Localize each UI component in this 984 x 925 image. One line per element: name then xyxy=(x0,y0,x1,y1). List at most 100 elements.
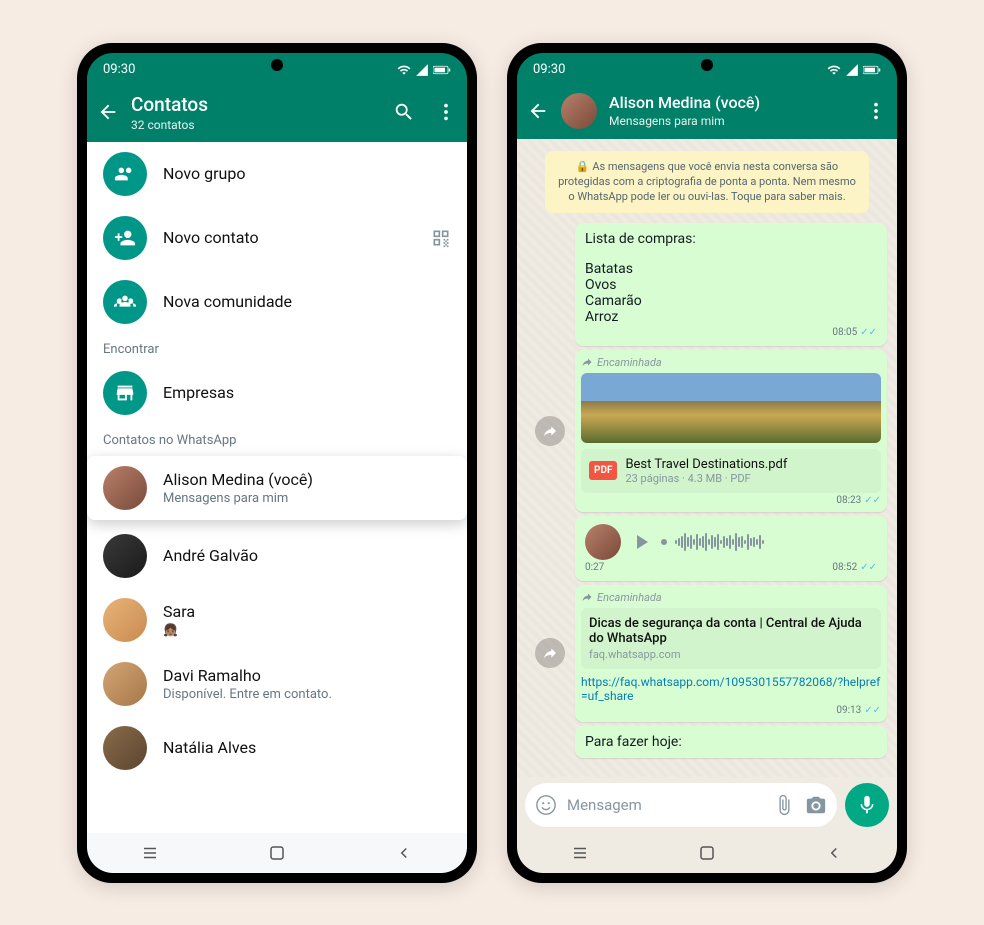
search-icon[interactable] xyxy=(393,101,415,123)
chat-messages[interactable]: 🔒 As mensagens que você envia nesta conv… xyxy=(517,139,897,777)
page-title: Contatos xyxy=(131,93,381,116)
contact-item[interactable]: Davi Ramalho Disponível. Entre em contat… xyxy=(87,652,467,716)
item-label: Empresas xyxy=(163,383,451,402)
avatar xyxy=(103,726,147,770)
image-preview xyxy=(581,373,881,443)
item-label: Novo contato xyxy=(163,228,415,247)
input-placeholder: Mensagem xyxy=(567,796,763,814)
document-attachment[interactable]: PDF Best Travel Destinations.pdf 23 pági… xyxy=(581,449,881,493)
contact-sub: Disponível. Entre em contato. xyxy=(163,687,451,702)
chat-subtitle: Mensagens para mim xyxy=(609,114,853,128)
add-person-icon xyxy=(114,227,136,249)
list-item: Batatas xyxy=(585,261,877,277)
nav-back-icon[interactable] xyxy=(825,844,843,862)
more-icon[interactable] xyxy=(435,101,457,123)
message-bubble-list[interactable]: Lista de compras: Batatas Ovos Camarão A… xyxy=(575,223,887,346)
voice-duration: 0:27 xyxy=(585,562,604,573)
camera-icon[interactable] xyxy=(805,794,827,816)
chat-title-area[interactable]: Alison Medina (você) Mensagens para mim xyxy=(609,93,853,128)
status-time: 09:30 xyxy=(103,62,135,77)
back-icon[interactable] xyxy=(97,101,119,123)
nav-home-icon[interactable] xyxy=(698,844,716,862)
signal-icon xyxy=(415,63,429,77)
contact-item[interactable]: André Galvão xyxy=(87,524,467,588)
contact-self[interactable]: Alison Medina (você) Mensagens para mim xyxy=(87,456,467,520)
message-bubble-voice[interactable]: 0:27 08:52✓✓ xyxy=(575,516,887,581)
nav-bar xyxy=(87,833,467,873)
chat-avatar[interactable] xyxy=(561,93,597,129)
read-checks-icon: ✓✓ xyxy=(864,495,881,506)
mic-icon xyxy=(856,794,878,816)
forwarded-label: Encaminhada xyxy=(597,591,662,604)
camera-cutout xyxy=(701,59,713,71)
avatar xyxy=(103,598,147,642)
forwarded-label: Encaminhada xyxy=(597,356,662,369)
play-icon[interactable] xyxy=(629,530,653,554)
wifi-icon xyxy=(397,63,411,77)
doc-meta: 23 páginas · 4.3 MB · PDF xyxy=(625,472,787,485)
avatar xyxy=(103,662,147,706)
wifi-icon xyxy=(827,63,841,77)
community-icon xyxy=(114,291,136,313)
contact-name: Natália Alves xyxy=(163,738,451,757)
mic-button[interactable] xyxy=(845,783,889,827)
forward-icon xyxy=(581,591,593,603)
contact-name: Sara xyxy=(163,602,451,621)
partial-text: Para fazer hoje: xyxy=(585,734,877,750)
contact-name: Alison Medina (você) xyxy=(163,470,451,489)
section-contacts-on: Contatos no WhatsApp xyxy=(87,425,467,452)
read-checks-icon: ✓✓ xyxy=(860,327,877,338)
contact-item[interactable]: Natália Alves xyxy=(87,716,467,780)
message-input[interactable]: Mensagem xyxy=(525,783,837,827)
camera-cutout xyxy=(271,59,283,71)
list-title: Lista de compras: xyxy=(585,231,877,247)
nav-bar xyxy=(517,833,897,873)
msg-time: 09:13 xyxy=(836,705,861,716)
new-contact-button[interactable]: Novo contato xyxy=(87,206,467,270)
waveform[interactable] xyxy=(675,532,877,552)
section-find: Encontrar xyxy=(87,334,467,361)
businesses-button[interactable]: Empresas xyxy=(87,361,467,425)
group-icon xyxy=(114,163,136,185)
contact-item[interactable]: Sara 👧🏽 xyxy=(87,588,467,652)
msg-time: 08:52 xyxy=(832,562,857,573)
message-bubble-document[interactable]: Encaminhada PDF Best Travel Destinations… xyxy=(575,350,887,512)
attach-icon[interactable] xyxy=(773,794,795,816)
encryption-notice[interactable]: 🔒 As mensagens que você envia nesta conv… xyxy=(545,151,869,213)
link-url[interactable]: https://faq.whatsapp.com/109530155778206… xyxy=(581,675,881,703)
voice-avatar xyxy=(585,524,621,560)
chat-input-bar: Mensagem xyxy=(517,777,897,833)
battery-icon xyxy=(433,65,451,75)
contact-name: Davi Ramalho xyxy=(163,666,451,685)
message-bubble-link[interactable]: Encaminhada Dicas de segurança da conta … xyxy=(575,585,887,722)
contacts-content[interactable]: Novo grupo Novo contato Nova comunidade … xyxy=(87,142,467,833)
doc-name: Best Travel Destinations.pdf xyxy=(625,457,787,472)
msg-time: 08:05 xyxy=(832,327,857,338)
new-group-button[interactable]: Novo grupo xyxy=(87,142,467,206)
forward-circle-icon[interactable] xyxy=(535,416,565,446)
link-host: faq.whatsapp.com xyxy=(589,648,873,661)
nav-home-icon[interactable] xyxy=(268,844,286,862)
forward-circle-icon[interactable] xyxy=(535,638,565,668)
nav-recents-icon[interactable] xyxy=(571,844,589,862)
nav-recents-icon[interactable] xyxy=(141,844,159,862)
nav-back-icon[interactable] xyxy=(395,844,413,862)
read-checks-icon: ✓✓ xyxy=(864,705,881,716)
status-time: 09:30 xyxy=(533,62,565,77)
page-subtitle: 32 contatos xyxy=(131,118,381,132)
more-icon[interactable] xyxy=(865,100,887,122)
qr-icon[interactable] xyxy=(431,228,451,248)
voice-progress-dot xyxy=(661,539,667,545)
storefront-icon xyxy=(114,382,136,404)
message-bubble-partial[interactable]: Para fazer hoje: xyxy=(575,726,887,758)
avatar xyxy=(103,534,147,578)
contact-name: André Galvão xyxy=(163,546,451,565)
phone-contacts: 09:30 Contatos 32 contatos xyxy=(77,43,477,883)
new-community-button[interactable]: Nova comunidade xyxy=(87,270,467,334)
emoji-icon[interactable] xyxy=(535,794,557,816)
list-item: Arroz xyxy=(585,309,877,325)
back-icon[interactable] xyxy=(527,100,549,122)
read-checks-icon: ✓✓ xyxy=(860,562,877,573)
forward-icon xyxy=(581,356,593,368)
pdf-icon: PDF xyxy=(589,461,617,480)
